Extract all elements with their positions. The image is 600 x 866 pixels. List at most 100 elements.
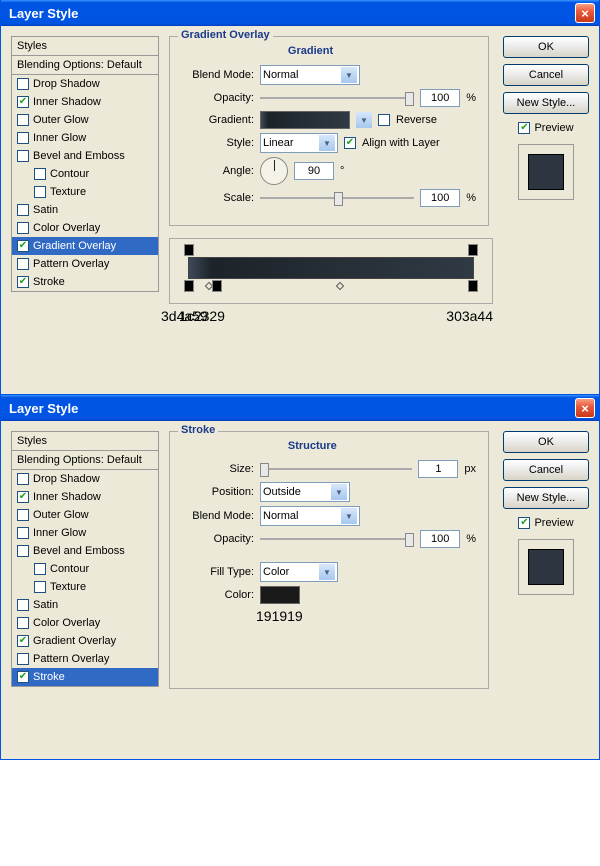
style-item[interactable]: Color Overlay: [12, 614, 158, 632]
effect-checkbox[interactable]: [17, 545, 29, 557]
effect-checkbox[interactable]: [34, 168, 46, 180]
style-item[interactable]: Pattern Overlay: [12, 650, 158, 668]
scale-slider[interactable]: [260, 190, 414, 206]
preview-label: Preview: [534, 517, 573, 529]
midpoint-diamond[interactable]: [336, 282, 344, 290]
effect-checkbox[interactable]: [17, 276, 29, 288]
style-item[interactable]: Inner Glow: [12, 524, 158, 542]
opacity-stop[interactable]: [468, 244, 478, 256]
opacity-slider[interactable]: [260, 90, 414, 106]
new-style-button[interactable]: New Style...: [503, 487, 589, 509]
style-item[interactable]: Stroke: [12, 668, 158, 686]
effect-checkbox[interactable]: [17, 114, 29, 126]
style-item[interactable]: Drop Shadow: [12, 470, 158, 488]
angle-input[interactable]: 90: [294, 162, 334, 180]
style-item[interactable]: Outer Glow: [12, 111, 158, 129]
effect-checkbox[interactable]: [17, 204, 29, 216]
fill-type-select[interactable]: Color▼: [260, 562, 338, 582]
effect-checkbox[interactable]: [17, 258, 29, 270]
size-slider[interactable]: [260, 461, 412, 477]
effect-checkbox[interactable]: [17, 617, 29, 629]
style-item[interactable]: Bevel and Emboss: [12, 542, 158, 560]
style-item[interactable]: Inner Shadow: [12, 93, 158, 111]
position-select[interactable]: Outside▼: [260, 482, 350, 502]
scale-input[interactable]: 100: [420, 189, 460, 207]
effect-checkbox[interactable]: [17, 132, 29, 144]
opacity-input[interactable]: 100: [420, 530, 460, 548]
effect-checkbox[interactable]: [17, 599, 29, 611]
ok-button[interactable]: OK: [503, 431, 589, 453]
gradient-bar[interactable]: [188, 257, 474, 279]
style-item[interactable]: Drop Shadow: [12, 75, 158, 93]
style-item[interactable]: Bevel and Emboss: [12, 147, 158, 165]
style-item[interactable]: Satin: [12, 201, 158, 219]
opacity-stop[interactable]: [184, 244, 194, 256]
effect-checkbox[interactable]: [34, 186, 46, 198]
preview-checkbox[interactable]: [518, 517, 530, 529]
opacity-input[interactable]: 100: [420, 89, 460, 107]
size-input[interactable]: 1: [418, 460, 458, 478]
cancel-button[interactable]: Cancel: [503, 459, 589, 481]
style-item[interactable]: Texture: [12, 183, 158, 201]
close-button[interactable]: ×: [575, 3, 595, 23]
style-item[interactable]: Satin: [12, 596, 158, 614]
effect-checkbox[interactable]: [17, 653, 29, 665]
style-item[interactable]: Outer Glow: [12, 506, 158, 524]
styles-header[interactable]: Styles: [12, 37, 158, 56]
title-text: Layer Style: [9, 6, 78, 21]
titlebar[interactable]: Layer Style ×: [1, 0, 599, 26]
effect-checkbox[interactable]: [17, 509, 29, 521]
close-button[interactable]: ×: [575, 398, 595, 418]
new-style-button[interactable]: New Style...: [503, 92, 589, 114]
blend-mode-select[interactable]: Normal▼: [260, 506, 360, 526]
effect-checkbox[interactable]: [17, 635, 29, 647]
effect-checkbox[interactable]: [17, 527, 29, 539]
ok-button[interactable]: OK: [503, 36, 589, 58]
style-select[interactable]: Linear▼: [260, 133, 338, 153]
style-item[interactable]: Gradient Overlay: [12, 237, 158, 255]
cancel-button[interactable]: Cancel: [503, 64, 589, 86]
angle-dial[interactable]: [260, 157, 288, 185]
opacity-slider[interactable]: [260, 531, 414, 547]
effect-checkbox[interactable]: [17, 222, 29, 234]
style-item[interactable]: Pattern Overlay: [12, 255, 158, 273]
style-item[interactable]: Gradient Overlay: [12, 632, 158, 650]
blending-options-header[interactable]: Blending Options: Default: [12, 451, 158, 470]
titlebar[interactable]: Layer Style ×: [1, 395, 599, 421]
style-item-label: Stroke: [33, 671, 65, 683]
style-item[interactable]: Color Overlay: [12, 219, 158, 237]
blending-options-header[interactable]: Blending Options: Default: [12, 56, 158, 75]
blend-mode-select[interactable]: Normal▼: [260, 65, 360, 85]
effect-checkbox[interactable]: [17, 671, 29, 683]
styles-list: Drop ShadowInner ShadowOuter GlowInner G…: [12, 75, 158, 291]
effect-checkbox[interactable]: [17, 240, 29, 252]
effect-checkbox[interactable]: [34, 581, 46, 593]
style-item[interactable]: Inner Glow: [12, 129, 158, 147]
color-stop[interactable]: [184, 280, 194, 292]
style-item[interactable]: Contour: [12, 165, 158, 183]
style-item[interactable]: Texture: [12, 578, 158, 596]
preview-checkbox[interactable]: [518, 122, 530, 134]
effect-checkbox[interactable]: [17, 473, 29, 485]
style-item[interactable]: Inner Shadow: [12, 488, 158, 506]
color-stop[interactable]: [468, 280, 478, 292]
hex-label: 191919: [182, 608, 476, 624]
color-stop[interactable]: [212, 280, 222, 292]
align-checkbox[interactable]: [344, 137, 356, 149]
style-item-label: Drop Shadow: [33, 473, 100, 485]
effect-checkbox[interactable]: [17, 96, 29, 108]
size-label: Size:: [182, 463, 254, 475]
effect-checkbox[interactable]: [17, 78, 29, 90]
effect-checkbox[interactable]: [17, 491, 29, 503]
effect-checkbox[interactable]: [34, 563, 46, 575]
style-item[interactable]: Stroke: [12, 273, 158, 291]
effect-checkbox[interactable]: [17, 150, 29, 162]
styles-header[interactable]: Styles: [12, 432, 158, 451]
color-swatch[interactable]: [260, 586, 300, 604]
chevron-down-icon[interactable]: ▼: [356, 112, 372, 128]
gradient-editor[interactable]: [169, 238, 493, 304]
style-item[interactable]: Contour: [12, 560, 158, 578]
gradient-picker[interactable]: [260, 111, 350, 129]
reverse-checkbox[interactable]: [378, 114, 390, 126]
fill-type-label: Fill Type:: [182, 566, 254, 578]
